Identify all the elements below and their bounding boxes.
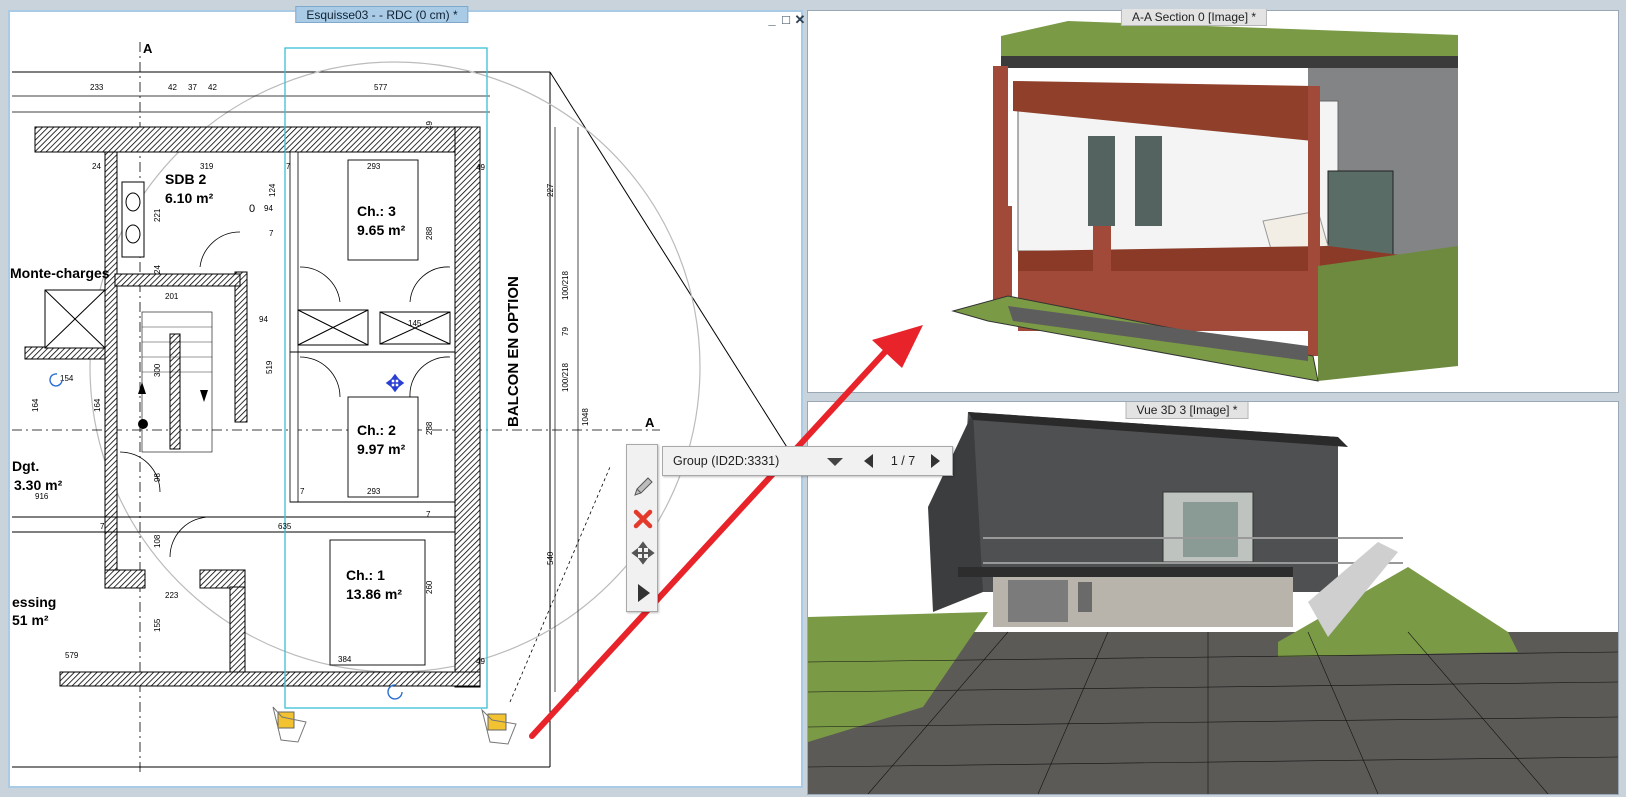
group-toolbar bbox=[626, 444, 658, 612]
prev-icon[interactable] bbox=[861, 452, 877, 470]
dropdown-icon[interactable] bbox=[823, 452, 847, 470]
group-bar: Group (ID2D:3331) 1 / 7 bbox=[662, 446, 953, 476]
move-icon[interactable] bbox=[631, 541, 655, 565]
pencil-icon[interactable] bbox=[631, 475, 655, 499]
annotation-arrow bbox=[529, 325, 923, 739]
group-label: Group (ID2D:3331) bbox=[673, 454, 780, 468]
group-page-counter: 1 / 7 bbox=[890, 454, 916, 468]
expand-icon[interactable] bbox=[631, 581, 655, 605]
next-icon[interactable] bbox=[927, 452, 943, 470]
delete-icon[interactable] bbox=[631, 507, 655, 531]
